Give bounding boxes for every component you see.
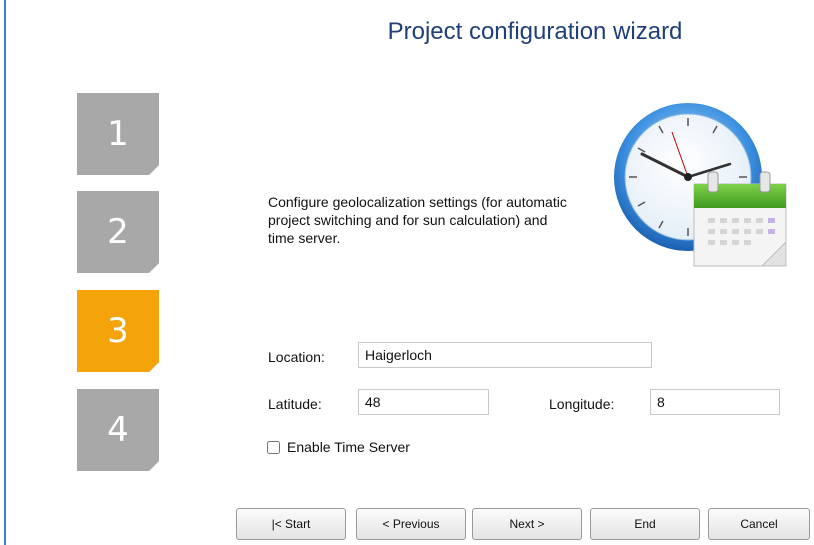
latitude-field[interactable] [358,389,489,415]
previous-button[interactable]: < Previous [356,508,466,540]
step-4[interactable]: 4 [77,389,159,471]
step-2-label: 2 [107,212,129,252]
step-description: Configure geolocalization settings (for … [268,194,567,246]
enable-time-server-label[interactable]: Enable Time Server [287,439,410,455]
step-4-label: 4 [107,410,129,450]
step-2[interactable]: 2 [77,191,159,273]
latitude-label: Latitude: [268,396,322,412]
next-button[interactable]: Next > [472,508,582,540]
longitude-field[interactable] [650,389,780,415]
window-left-border [0,0,6,545]
clock-calendar-icon [612,102,792,272]
location-field[interactable] [358,342,652,368]
location-label: Location: [268,349,325,365]
page-title: Project configuration wizard [387,18,683,45]
step-1-label: 1 [107,114,129,154]
start-button[interactable]: |< Start [236,508,346,540]
end-button[interactable]: End [590,508,700,540]
step-3-label: 3 [107,311,129,351]
cancel-button[interactable]: Cancel [708,508,810,540]
longitude-label: Longitude: [549,396,615,412]
step-3[interactable]: 3 [77,290,159,372]
step-1[interactable]: 1 [77,93,159,175]
enable-time-server-checkbox[interactable] [267,441,280,454]
